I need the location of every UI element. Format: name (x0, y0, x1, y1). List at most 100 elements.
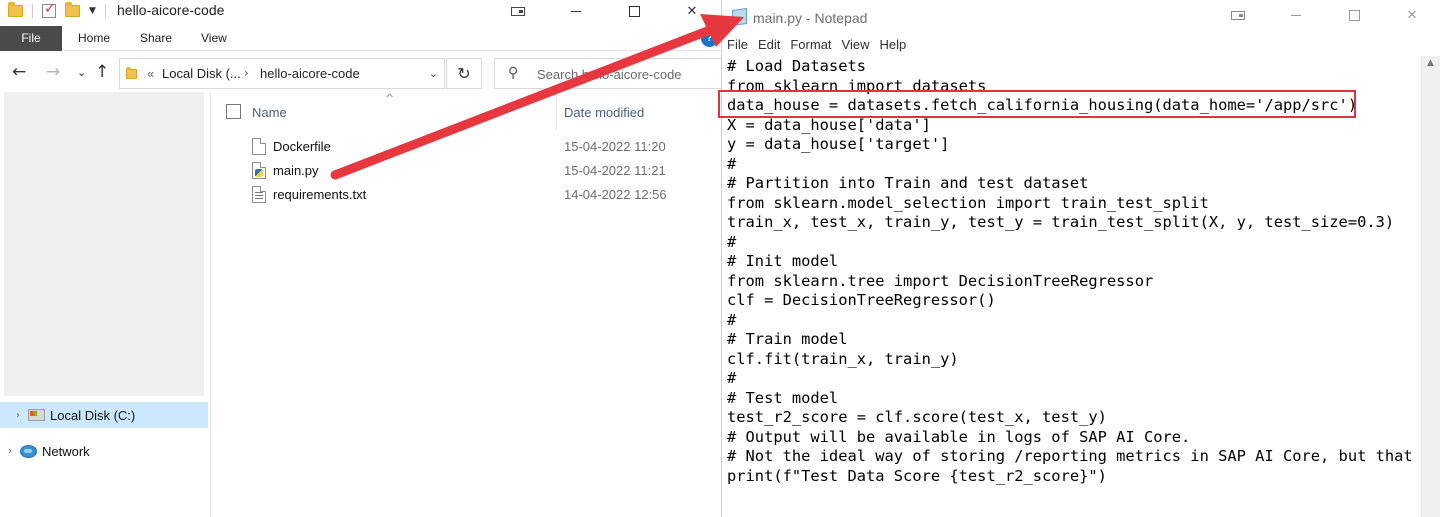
code-line: # (727, 369, 737, 387)
file-name: Dockerfile (273, 139, 331, 154)
select-all-checkbox[interactable] (226, 104, 241, 119)
code-line: # Output will be available in logs of SA… (727, 427, 1191, 446)
breadcrumb-overflow[interactable]: « (147, 66, 154, 81)
python-file-icon (252, 162, 266, 179)
search-icon: ⚲ (508, 65, 519, 81)
address-dropdown-icon[interactable]: ⌄ (429, 67, 438, 80)
file-row-requirements-txt[interactable]: requirements.txt 14-04-2022 12:56 (212, 182, 721, 206)
maximize-button[interactable] (1325, 4, 1383, 26)
menu-view[interactable]: View (837, 37, 875, 55)
code-highlight-box (718, 90, 1356, 118)
up-arrow-icon[interactable]: ↑ (95, 62, 109, 82)
breadcrumb-current-folder[interactable]: hello-aicore-code (260, 66, 360, 81)
file-icon (252, 138, 266, 155)
code-line: clf = DecisionTreeRegressor() (727, 291, 996, 309)
code-line: from sklearn.tree import DecisionTreeReg… (727, 271, 1154, 290)
vertical-scrollbar[interactable]: ▲ (1421, 56, 1440, 517)
code-line: # Train model (727, 330, 848, 348)
close-button[interactable]: ✕ (663, 0, 721, 22)
code-line: # (727, 232, 737, 251)
quick-access-toolbar: ▼ (8, 1, 106, 20)
refresh-icon: ↻ (457, 64, 471, 83)
file-date: 15-04-2022 11:20 (564, 139, 666, 154)
file-name: requirements.txt (273, 187, 367, 202)
code-line: train_x, test_x, train_y, test_y = train… (727, 213, 1395, 231)
folder-icon[interactable] (8, 2, 23, 17)
menu-file[interactable]: File (722, 37, 753, 55)
recent-locations-chevron-icon[interactable]: ⌄ (77, 66, 86, 79)
notepad-window: main.py - Notepad ✕ File Edit Format Vie… (721, 0, 1440, 517)
column-header-name[interactable]: Name (252, 105, 287, 120)
text-editor-area[interactable]: # Load Datasets from sklearn import datas… (722, 56, 1422, 517)
toolbar-divider (104, 4, 106, 18)
nav-item-label: Local Disk (C:) (50, 407, 136, 423)
code-line: X = data_house['data'] (727, 115, 931, 134)
search-box[interactable]: ⚲ (494, 58, 721, 89)
maximize-icon (1348, 9, 1360, 21)
notepad-icon (732, 7, 747, 27)
code-line: # (727, 310, 737, 329)
column-divider[interactable] (556, 96, 557, 130)
breadcrumb-local-disk[interactable]: Local Disk (... (162, 66, 241, 81)
snap-icon (511, 6, 525, 16)
file-name: main.py (273, 163, 319, 178)
help-icon[interactable]: ? (701, 30, 718, 47)
scroll-up-arrow-icon[interactable]: ▲ (1427, 58, 1434, 68)
nav-item-network[interactable]: › Network (0, 438, 208, 464)
file-row-dockerfile[interactable]: Dockerfile 15-04-2022 11:20 (212, 134, 721, 158)
snap-button[interactable] (489, 0, 547, 22)
toolbar-divider (32, 4, 33, 18)
column-header-row: Name ^ Date modified (212, 92, 721, 132)
window-title: hello-aicore-code (117, 2, 225, 18)
notepad-menu-bar: File Edit Format View Help (722, 37, 911, 55)
breadcrumb-separator-icon[interactable]: › (244, 66, 249, 80)
window-controls: ✕ (489, 0, 721, 22)
minimize-button[interactable] (547, 0, 605, 22)
minimize-icon (571, 10, 581, 12)
expand-chevron-icon[interactable]: › (0, 446, 20, 457)
nav-item-label: Network (42, 443, 90, 459)
navigation-scroll-area[interactable] (4, 92, 204, 396)
nav-item-local-disk[interactable]: › Local Disk (C:) (0, 402, 208, 428)
back-arrow-icon[interactable]: ← (12, 62, 26, 82)
menu-help[interactable]: Help (874, 37, 911, 55)
sort-ascending-icon: ^ (385, 92, 395, 105)
tab-share[interactable]: Share (140, 26, 172, 51)
maximize-button[interactable] (605, 0, 663, 22)
snap-button[interactable] (1209, 4, 1267, 26)
file-row-main-py[interactable]: main.py 15-04-2022 11:21 (212, 158, 721, 182)
menu-edit[interactable]: Edit (753, 37, 785, 55)
code-line: # Test model (727, 388, 839, 407)
file-date: 15-04-2022 11:21 (564, 163, 666, 178)
close-button[interactable]: ✕ (1383, 4, 1440, 26)
tab-file[interactable]: File (0, 26, 62, 51)
tab-view[interactable]: View (201, 26, 227, 51)
window-controls: ✕ (1209, 4, 1440, 26)
maximize-icon (628, 5, 640, 17)
window-title: main.py - Notepad (753, 10, 868, 26)
expand-ribbon-icon[interactable]: ⌄ (685, 31, 695, 45)
address-row: ← → ⌄ ↑ « Local Disk (... › hello-aicore… (0, 58, 721, 90)
address-bar[interactable]: « Local Disk (... › hello-aicore-code ⌄ (119, 58, 445, 89)
new-folder-icon[interactable] (65, 2, 80, 17)
expand-chevron-icon[interactable]: › (8, 410, 28, 421)
notepad-title-bar: main.py - Notepad ✕ (722, 0, 1440, 34)
ribbon-tabs: File Home Share View ⌄ ? (0, 26, 721, 51)
customize-toolbar-icon[interactable]: ▼ (89, 6, 96, 16)
refresh-button[interactable]: ↻ (446, 58, 482, 89)
search-input[interactable] (537, 65, 717, 83)
code-line: from sklearn.model_selection import trai… (727, 193, 1209, 212)
column-header-date-modified[interactable]: Date modified (564, 105, 644, 120)
forward-arrow-icon[interactable]: → (46, 62, 60, 82)
close-icon: ✕ (686, 3, 698, 19)
text-file-icon (252, 186, 266, 203)
file-list-pane: Name ^ Date modified Dockerfile 15-04-20… (212, 92, 721, 517)
menu-format[interactable]: Format (785, 37, 836, 55)
code-line: print(f"Test Data Score {test_r2_score}"… (727, 466, 1107, 485)
minimize-button[interactable] (1267, 4, 1325, 26)
code-line: clf.fit(train_x, train_y) (727, 349, 959, 368)
minimize-icon (1291, 14, 1301, 16)
code-line: # Not the ideal way of storing /reportin… (727, 447, 1422, 465)
tab-home[interactable]: Home (78, 26, 110, 51)
properties-icon[interactable] (42, 1, 56, 18)
